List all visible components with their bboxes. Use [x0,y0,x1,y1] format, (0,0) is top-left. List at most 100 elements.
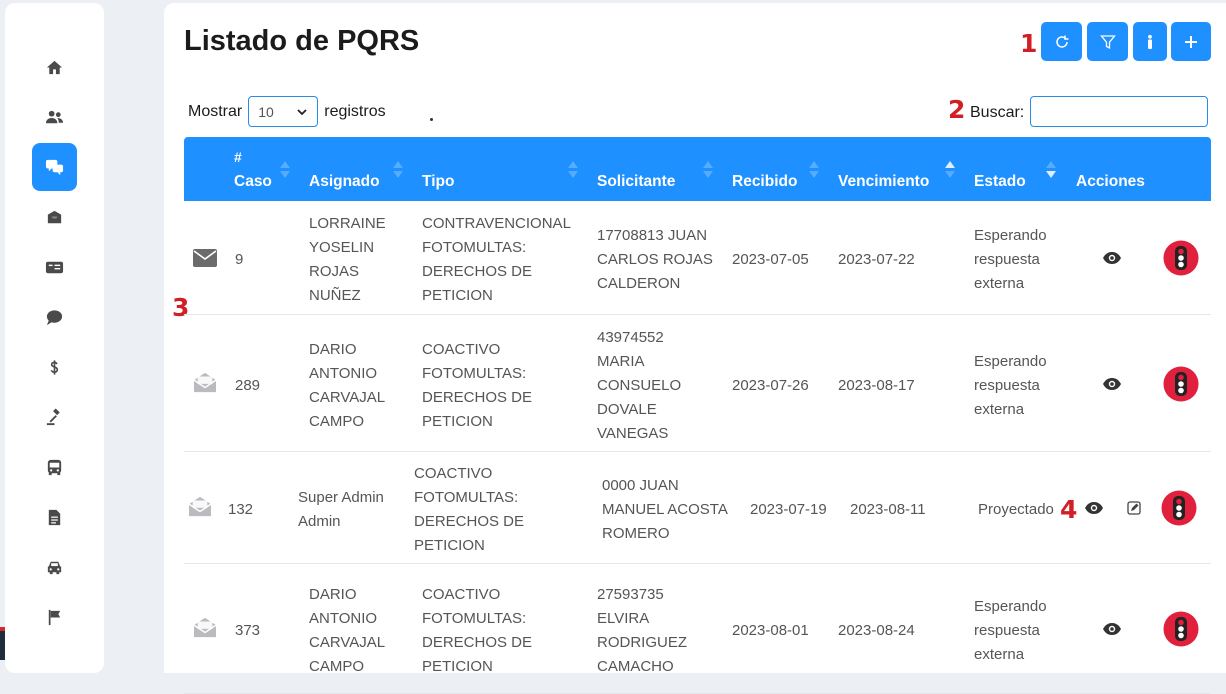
eye-icon[interactable] [1084,501,1104,515]
tipo-cell-line: COACTIVO [422,340,501,358]
traffic-light-icon[interactable] [1163,240,1199,276]
annotation-1: 1 [1020,29,1038,58]
solicitante-cell-line: MANUEL ACOSTA [602,501,728,518]
table-row[interactable]: 132 Super Admin Admin COACTIVO FOTOMULTAS: DE… [184,452,1211,564]
gavel-icon [46,407,60,425]
asignado-cell-line: DARIO [309,340,357,358]
add-button[interactable] [1171,22,1211,61]
mail-open-icon [193,372,217,392]
sidebar-item-id-card[interactable] [32,243,77,291]
recibido-cell-line: 2023-07-05 [732,251,809,268]
asignado-cell-line: CARVAJAL [309,634,386,651]
refresh-button[interactable] [1041,22,1082,61]
sidebar-item-money-chat[interactable] [32,293,77,341]
money-chat-icon [46,309,63,325]
vencimiento-cell-line: 2023-08-11 [850,501,926,518]
sidebar-item-dollar[interactable] [32,343,77,391]
solicitante-cell: 27593735 ELVIRA RODRIGUEZ CAMACHO [597,583,727,679]
caso-cell-line: 9 [235,251,244,268]
solicitante-cell-line: DOVALE [597,400,657,418]
solicitante-cell-line: CALDERON [597,275,681,292]
th-tipo[interactable]: Tipo [422,173,454,191]
estado-cell-line: Esperando [974,352,1047,370]
home-icon [46,60,63,74]
length-select[interactable]: 10 [248,96,319,127]
asignado-cell-line: ROJAS [309,263,360,280]
document-icon [48,509,61,525]
sidebar-item-bus[interactable] [32,443,77,491]
sort-estado-icon[interactable] [1046,161,1056,179]
sidebar-item-gavel[interactable] [32,393,77,441]
caso-cell: 9 [235,248,243,272]
sort-tipo-icon[interactable] [568,161,578,179]
sort-solicitante-icon[interactable] [703,161,713,179]
info-button[interactable] [1133,22,1167,61]
caso-cell-line: 289 [235,376,261,394]
tipo-cell-line: DERECHOS DE [422,263,533,280]
solicitante-cell-line: ROMERO [602,525,670,542]
asignado-cell-line: Admin [298,513,341,530]
th-asignado[interactable]: Asignado [309,173,380,191]
sort-asignado-icon[interactable] [393,161,403,179]
caso-cell: 373 [235,619,260,643]
estado-cell-line: respuesta [974,622,1040,639]
eye-icon[interactable] [1102,251,1122,265]
th-recibido[interactable]: Recibido [732,173,797,191]
search-input[interactable] [1030,96,1208,127]
sidebar-item-document[interactable] [32,493,77,541]
sort-caso-icon[interactable] [280,161,290,179]
recibido-cell-line: 2023-07-19 [750,501,827,518]
caso-cell: 289 [235,374,260,398]
sidebar-item-pqrs-chat[interactable] [32,143,77,191]
estado-cell-line: respuesta [974,376,1040,394]
tipo-cell: CONTRAVENCIONAL FOTOMULTAS: DERECHOS DE PET… [422,212,571,308]
solicitante-cell: 17708813 JUAN CARLOS ROJAS CALDERON [597,224,727,296]
tipo-cell-line: FOTOMULTAS: [422,364,527,382]
th-acciones: Acciones [1076,173,1145,190]
recibido-cell-line: 2023-07-26 [732,376,809,394]
sidebar-item-car[interactable] [32,543,77,591]
th-caso[interactable]: Caso [234,173,272,191]
traffic-light-icon[interactable] [1163,611,1199,647]
sidebar-item-flag[interactable] [32,593,77,641]
solicitante-cell-line: MARIA [597,352,645,370]
solicitante-cell: 43974552 MARIA CONSUELO DOVALE VANEGAS [597,326,727,446]
table-row[interactable]: 289 DARIO ANTONIO CARVAJAL CAMPO COACTIVO FOTO… [184,315,1211,452]
traffic-light-icon[interactable] [1163,366,1199,402]
tipo-cell-line: PETICION [422,412,493,430]
eye-icon[interactable] [1102,622,1122,636]
estado-cell-line: Proyectado [978,501,1054,518]
solicitante-cell-line: 0000 JUAN [602,477,679,494]
main-card: Listado de PQRS 1 2 3 Mostrar 10 registr… [164,3,1226,694]
sort-recibido-icon[interactable] [809,161,819,179]
info-icon [1148,34,1152,49]
sort-vencimiento-icon[interactable] [945,161,955,179]
th-solicitante[interactable]: Solicitante [597,173,675,191]
eye-icon[interactable] [1102,377,1122,391]
edit-icon[interactable] [1127,501,1141,515]
estado-cell-line: Esperando [974,227,1047,244]
sidebar-item-users[interactable] [32,93,77,141]
asignado-cell-line: CAMPO [309,658,365,675]
table-row[interactable]: 9 LORRAINE YOSELIN ROJAS NUÑEZ CONTRAVENCIONA… [184,201,1211,315]
estado-cell: Esperando respuesta externa [974,595,1047,667]
traffic-light-icon[interactable] [1161,490,1197,526]
solicitante-cell-line: 17708813 JUAN [597,227,708,244]
tipo-cell-line: CONTRAVENCIONAL [422,215,571,232]
users-icon [45,110,64,123]
page-title: Listado de PQRS [184,25,420,57]
recibido-cell: 2023-07-19 [750,498,827,522]
tipo-cell-line: FOTOMULTAS: [422,239,527,256]
filter-button[interactable] [1087,22,1128,61]
th-vencimiento[interactable]: Vencimiento [838,173,929,191]
table-header: # Caso Asignado Tipo Solicitante Recibid… [184,137,1211,201]
asignado-cell-line: LORRAINE [309,215,386,232]
sidebar-item-home[interactable] [32,43,77,91]
sidebar-item-inbox[interactable] [32,193,77,241]
vencimiento-cell: 2023-08-24 [838,619,915,643]
estado-cell-line: externa [974,400,1025,418]
mail-open-icon [188,496,212,517]
th-estado[interactable]: Estado [974,173,1026,191]
table-row[interactable]: 373 DARIO ANTONIO CARVAJAL CAMPO COACTIVO FOTO… [184,564,1211,694]
tipo-cell-line: COACTIVO [414,465,493,482]
